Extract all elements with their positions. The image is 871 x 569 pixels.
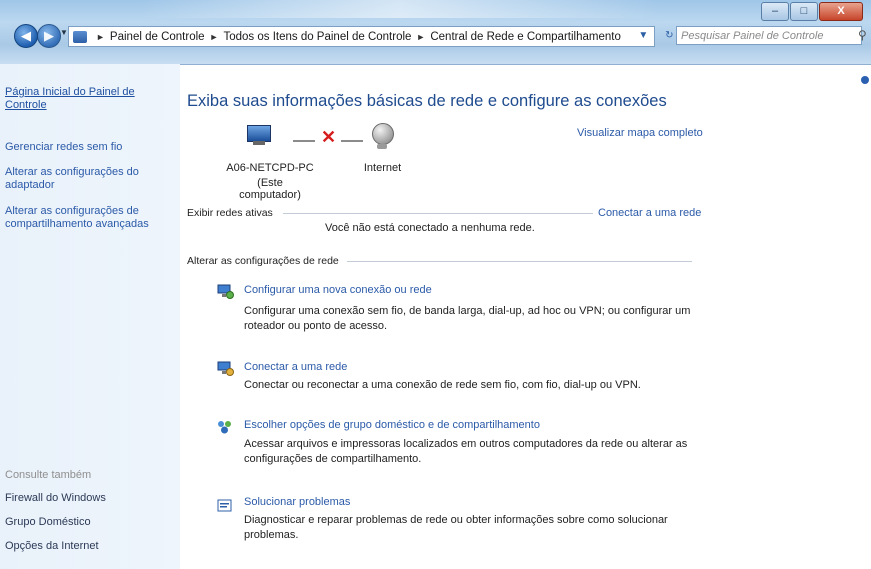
network-status-text: Você não está conectado a nenhuma rede. <box>325 222 535 234</box>
page-title: Exiba suas informações básicas de rede e… <box>187 92 667 110</box>
help-icon[interactable] <box>861 76 869 84</box>
breadcrumb-todos-os-itens[interactable]: Todos os Itens do Painel de Controle <box>223 31 411 43</box>
search-input[interactable]: Pesquisar Painel de Controle <box>676 26 862 45</box>
task-homegroup-link[interactable]: Escolher opções de grupo doméstico e de … <box>244 419 540 431</box>
active-networks-label: Exibir redes ativas <box>187 207 273 219</box>
computer-name-label: A06-NETCPD-PC <box>226 162 314 174</box>
computer-sublabel: (Este computador) <box>239 177 301 201</box>
breadcrumb-separator-icon[interactable]: ► <box>96 32 105 42</box>
search-icon[interactable]: ⚲ <box>858 28 867 42</box>
section-divider <box>347 261 692 262</box>
connection-line <box>293 140 315 142</box>
breadcrumb-separator-icon[interactable]: ► <box>416 32 425 42</box>
breadcrumb-separator-icon[interactable]: ► <box>210 32 219 42</box>
see-also-heading: Consulte também <box>5 469 92 481</box>
view-full-map-link[interactable]: Visualizar mapa completo <box>577 127 703 139</box>
internet-label: Internet <box>363 162 402 174</box>
see-also-internet-options[interactable]: Opções da Internet <box>5 540 99 552</box>
maximize-button[interactable]: □ <box>790 2 818 21</box>
change-settings-label: Alterar as configurações de rede <box>187 255 339 267</box>
see-also-firewall[interactable]: Firewall do Windows <box>5 492 106 504</box>
window-controls: – □ X <box>760 2 863 21</box>
address-bar[interactable]: ► Painel de Controle ► Todos os Itens do… <box>68 26 655 47</box>
recent-pages-dropdown-icon[interactable]: ▼ <box>60 28 68 37</box>
connection-line <box>341 140 363 142</box>
sidebar-item-manage-wireless[interactable]: Gerenciar redes sem fio <box>5 141 170 154</box>
control-panel-icon <box>73 30 87 43</box>
sidebar-item-adapter-settings[interactable]: Alterar as configurações do adaptador <box>5 166 170 192</box>
task-connect-network-link[interactable]: Conectar a uma rede <box>244 361 347 373</box>
section-divider <box>283 213 593 214</box>
refresh-icon[interactable]: ↻ <box>665 30 673 41</box>
forward-button[interactable]: ▶ <box>37 24 61 48</box>
sidebar-home-link[interactable]: Página Inicial do Painel de Controle <box>5 86 170 112</box>
task-homegroup-desc: Acessar arquivos e impressoras localizad… <box>244 438 688 465</box>
connect-network-link[interactable]: Conectar a uma rede <box>598 207 701 219</box>
back-button[interactable]: ◀ <box>14 24 38 48</box>
computer-icon[interactable] <box>247 125 271 145</box>
close-button[interactable]: X <box>819 2 863 21</box>
connect-network-icon <box>217 361 234 376</box>
task-setup-connection-desc: Configurar uma conexão sem fio, de banda… <box>244 305 691 332</box>
breadcrumb-central-de-rede[interactable]: Central de Rede e Compartilhamento <box>430 31 621 43</box>
sidebar: Página Inicial do Painel de Controle Ger… <box>0 64 180 569</box>
window-titlebar: – □ X ◀ ▶ ▼ ► Painel de Controle ► Todos… <box>0 0 871 65</box>
homegroup-icon <box>218 421 231 434</box>
network-setup-icon <box>217 284 234 299</box>
globe-stand <box>377 144 387 149</box>
troubleshoot-icon <box>217 499 232 512</box>
task-connect-network-desc: Conectar ou reconectar a uma conexão de … <box>244 379 641 391</box>
see-also-homegroup[interactable]: Grupo Doméstico <box>5 516 91 528</box>
minimize-button[interactable]: – <box>761 2 789 21</box>
breadcrumb-painel-de-controle[interactable]: Painel de Controle <box>110 31 205 43</box>
internet-globe-icon[interactable] <box>372 123 394 145</box>
task-troubleshoot-link[interactable]: Solucionar problemas <box>244 496 350 508</box>
address-controls: ▼ ↻ <box>630 26 682 45</box>
address-dropdown-icon[interactable]: ▼ <box>638 30 648 41</box>
task-setup-connection-link[interactable]: Configurar uma nova conexão ou rede <box>244 284 432 296</box>
disconnected-x-icon: ✕ <box>321 127 337 147</box>
sidebar-item-advanced-sharing[interactable]: Alterar as configurações de compartilham… <box>5 205 170 231</box>
task-troubleshoot-desc: Diagnosticar e reparar problemas de rede… <box>244 514 668 541</box>
